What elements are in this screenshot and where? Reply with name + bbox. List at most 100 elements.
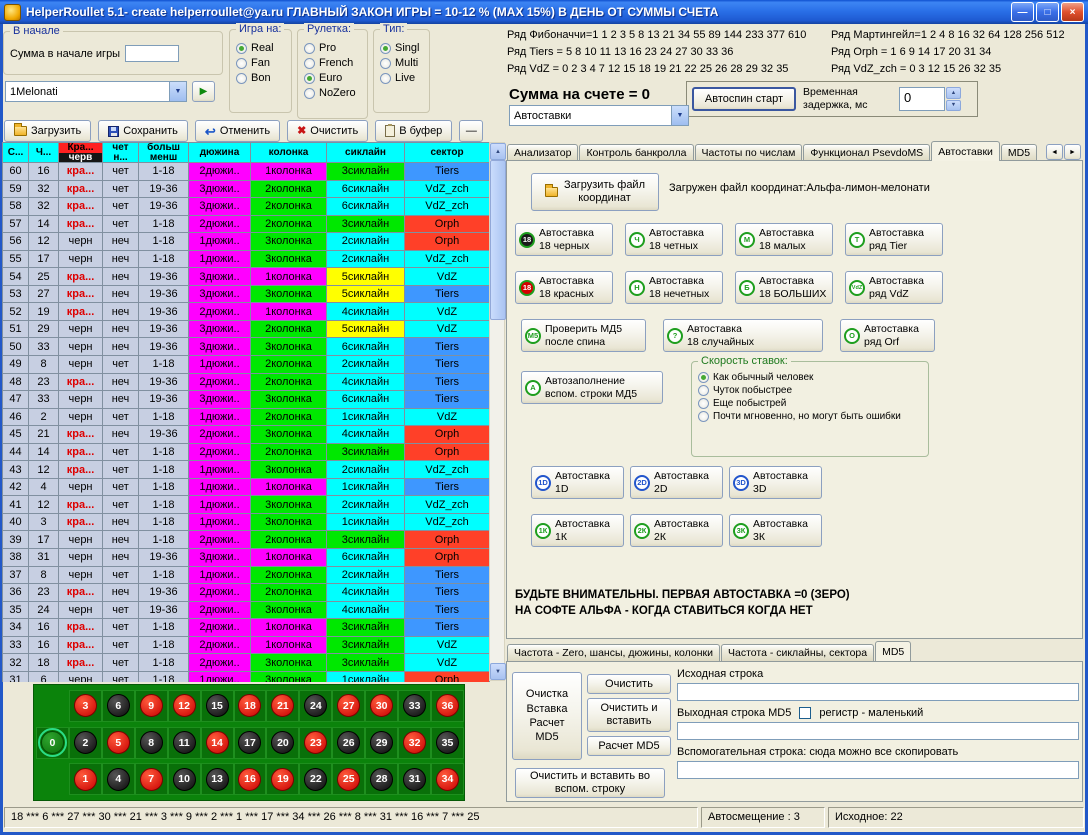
board-cell[interactable]: 7 <box>135 763 168 795</box>
board-cell[interactable]: 15 <box>201 690 234 722</box>
table-row[interactable]: 462чернчет1-181дюжи..2колонка1сиклайнVdZ <box>3 409 490 427</box>
autobet-button[interactable]: БАвтоставка18 БОЛЬШИХ <box>735 271 833 304</box>
autobet-button[interactable]: НАвтоставка18 нечетных <box>625 271 723 304</box>
board-cell[interactable]: 4 <box>102 763 135 795</box>
bottom-tab-Частота - Zero, шансы, дюжины, колонки[interactable]: Частота - Zero, шансы, дюжины, колонки <box>507 644 720 661</box>
table-row[interactable]: 5612черннеч1-181дюжи..3колонка2сиклайнOr… <box>3 233 490 251</box>
board-cell[interactable]: 10 <box>168 763 201 795</box>
table-row[interactable]: 498чернчет1-181дюжи..2колонка2сиклайнTie… <box>3 356 490 374</box>
close-button[interactable]: × <box>1061 2 1084 22</box>
table-row[interactable]: 4414кра...чет1-182дюжи..2колонка3сиклайн… <box>3 444 490 462</box>
table-row[interactable]: 3416кра...чет1-182дюжи..1колонка3сиклайн… <box>3 619 490 637</box>
md5-aux-input[interactable] <box>677 761 1079 779</box>
game-radio-option[interactable]: Real <box>236 42 287 54</box>
md5-clear-button[interactable]: Очистить <box>587 674 671 694</box>
roulette-number[interactable]: 31 <box>403 768 426 791</box>
roulette-number[interactable]: 12 <box>173 694 196 717</box>
type-radio-option[interactable]: Multi <box>380 57 425 69</box>
table-scrollbar[interactable]: ▲ ▼ <box>489 142 505 681</box>
type-radio-option[interactable]: Singl <box>380 42 425 54</box>
scrollbar-thumb[interactable] <box>490 160 506 320</box>
board-cell[interactable]: 23 <box>299 727 332 759</box>
undo-button[interactable]: ↩Отменить <box>195 120 280 142</box>
board-cell[interactable]: 27 <box>332 690 365 722</box>
roulette-radio-option[interactable]: French <box>304 57 363 69</box>
board-cell[interactable]: 31 <box>398 763 431 795</box>
board-cell[interactable]: 30 <box>365 690 398 722</box>
board-cell[interactable]: 6 <box>102 690 135 722</box>
board-cell[interactable]: 13 <box>201 763 234 795</box>
board-cell[interactable]: 1 <box>69 763 102 795</box>
roulette-number[interactable]: 18 <box>238 694 261 717</box>
bottom-tab-MD5[interactable]: MD5 <box>875 641 911 661</box>
tab-Частоты по числам[interactable]: Частоты по числам <box>695 144 803 161</box>
roulette-number[interactable]: 26 <box>337 731 360 754</box>
board-cell[interactable]: 14 <box>201 727 234 759</box>
roulette-number[interactable]: 20 <box>271 731 294 754</box>
board-cell[interactable]: 26 <box>332 727 365 759</box>
table-row[interactable]: 3917черннеч1-182дюжи..2колонка3сиклайнOr… <box>3 531 490 549</box>
chevron-down-icon[interactable]: ▼ <box>671 106 688 125</box>
collapse-button[interactable]: — <box>459 120 483 142</box>
maximize-button[interactable]: □ <box>1036 2 1059 22</box>
play-button[interactable]: ▶ <box>192 81 215 102</box>
board-cell[interactable]: 21 <box>266 690 299 722</box>
game-radio-option[interactable]: Bon <box>236 72 287 84</box>
tab-MD5[interactable]: MD5 <box>1001 144 1037 161</box>
table-row[interactable]: 3316кра...чет1-182дюжи..1колонка3сиклайн… <box>3 637 490 655</box>
autobet-button[interactable]: VdZАвтоставкаряд VdZ <box>845 271 943 304</box>
roulette-number[interactable]: 19 <box>271 768 294 791</box>
type-radio-option[interactable]: Live <box>380 72 425 84</box>
table-row[interactable]: 5425кра...неч19-363дюжи..1колонка5сиклай… <box>3 268 490 286</box>
autobet-button[interactable]: 3КАвтоставка3К <box>729 514 822 547</box>
md5-source-input[interactable] <box>677 683 1079 701</box>
spin-up-icon[interactable]: ▲ <box>946 87 961 99</box>
roulette-number[interactable]: 1 <box>74 768 97 791</box>
table-row[interactable]: 316чернчет1-181дюжи..3колонка1сиклайнOrp… <box>3 672 490 682</box>
table-row[interactable]: 5714кра...чет1-182дюжи..2колонка3сиклайн… <box>3 216 490 234</box>
table-row[interactable]: 5832кра...чет19-363дюжи..2колонка6сиклай… <box>3 198 490 216</box>
table-row[interactable]: 403кра...неч1-181дюжи..3колонка1сиклайнV… <box>3 514 490 532</box>
table-row[interactable]: 4312кра...чет1-181дюжи..3колонка2сиклайн… <box>3 461 490 479</box>
roulette-number[interactable]: 15 <box>206 694 229 717</box>
delay-spinner[interactable]: 0 ▲ ▼ <box>899 87 961 111</box>
board-cell[interactable]: 0 <box>36 727 69 759</box>
tab-Контроль банкролла[interactable]: Контроль банкролла <box>579 144 693 161</box>
autobet-button[interactable]: 2DАвтоставка2D <box>630 466 723 499</box>
autobet-button[interactable]: М5Проверить МД5после спина <box>521 319 646 352</box>
roulette-number[interactable]: 16 <box>238 768 261 791</box>
autobet-button[interactable]: 1КАвтоставка1К <box>531 514 624 547</box>
roulette-number[interactable]: 7 <box>140 768 163 791</box>
table-row[interactable]: 4112кра...чет1-181дюжи..3колонка2сиклайн… <box>3 496 490 514</box>
table-row[interactable]: 378чернчет1-181дюжи..2колонка2сиклайнTie… <box>3 567 490 585</box>
table-row[interactable]: 5033черннеч19-363дюжи..3колонка6сиклайнT… <box>3 338 490 356</box>
roulette-number[interactable]: 29 <box>370 731 393 754</box>
autobet-button[interactable]: ТАвтоставкаряд Tier <box>845 223 943 256</box>
roulette-number[interactable]: 2 <box>74 731 97 754</box>
roulette-number[interactable]: 21 <box>271 694 294 717</box>
table-row[interactable]: 424чернчет1-181дюжи..1колонка1сиклайнTie… <box>3 479 490 497</box>
board-cell[interactable]: 12 <box>168 690 201 722</box>
roulette-number[interactable]: 24 <box>304 694 327 717</box>
board-cell[interactable]: 18 <box>234 690 267 722</box>
roulette-number[interactable]: 9 <box>140 694 163 717</box>
roulette-number[interactable]: 0 <box>41 731 64 754</box>
board-cell[interactable]: 16 <box>234 763 267 795</box>
board-cell[interactable]: 2 <box>69 727 102 759</box>
roulette-number[interactable]: 22 <box>304 768 327 791</box>
roulette-number[interactable]: 17 <box>238 731 261 754</box>
board-cell[interactable]: 35 <box>431 727 464 759</box>
bottom-tab-Частота - сиклайны, сектора[interactable]: Частота - сиклайны, сектора <box>721 644 874 661</box>
roulette-number[interactable]: 30 <box>370 694 393 717</box>
md5-clear-paste-aux-button[interactable]: Очистить и вставить во вспом. строку <box>515 768 665 798</box>
start-sum-input[interactable] <box>125 45 179 62</box>
board-cell[interactable]: 20 <box>266 727 299 759</box>
spin-down-icon[interactable]: ▼ <box>946 100 961 112</box>
autobet-button[interactable]: ОАвтоставкаряд Orf <box>840 319 935 352</box>
tab-Автоставки[interactable]: Автоставки <box>931 141 1000 161</box>
minimize-button[interactable]: — <box>1011 2 1034 22</box>
table-row[interactable]: 5517черннеч1-181дюжи..3колонка2сиклайнVd… <box>3 251 490 269</box>
autobet-button[interactable]: 18Автоставка18 красных <box>515 271 613 304</box>
roulette-number[interactable]: 4 <box>107 768 130 791</box>
board-cell[interactable]: 17 <box>234 727 267 759</box>
